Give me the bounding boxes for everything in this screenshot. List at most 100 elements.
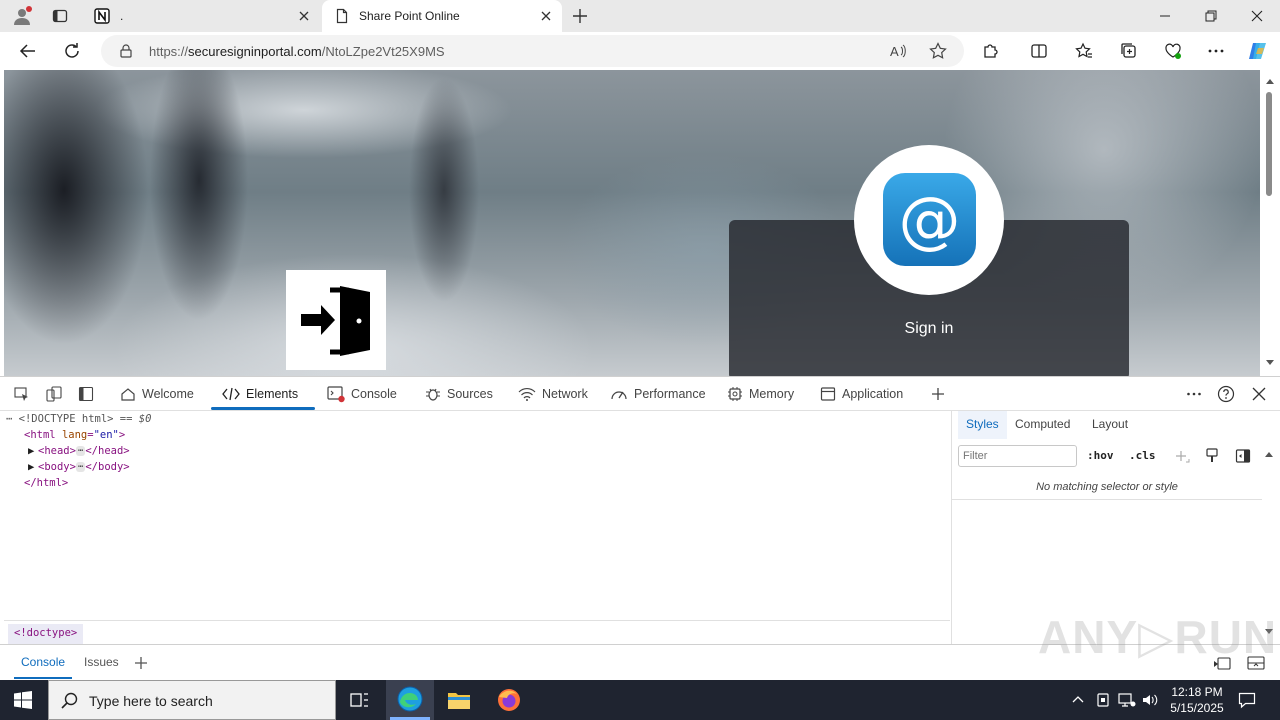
tab-console[interactable]: Console — [327, 377, 397, 410]
expand-triangle-icon[interactable]: ▶ — [28, 461, 38, 473]
volume-icon[interactable] — [1141, 692, 1159, 708]
lock-icon[interactable] — [119, 44, 133, 58]
body-close-tag: </body> — [85, 461, 130, 473]
collapsed-content-ellipsis[interactable]: ⋯ — [75, 462, 86, 472]
tab-notion[interactable]: . — [84, 0, 320, 32]
address-bar[interactable]: https://securesigninportal.com/NtoLZpe2V… — [101, 35, 964, 67]
dock-sidebar-icon[interactable] — [78, 386, 94, 402]
copilot-button[interactable] — [1246, 39, 1270, 63]
class-toggle[interactable]: .cls — [1129, 449, 1156, 462]
new-style-rule-icon[interactable] — [1174, 449, 1190, 465]
devtools-tab-bar: Welcome Elements Console Sources Network… — [0, 377, 1280, 411]
tab-welcome[interactable]: Welcome — [120, 377, 194, 410]
toggle-sidebar-icon[interactable] — [1235, 448, 1251, 464]
inspect-element-icon[interactable] — [14, 386, 30, 402]
dom-doctype-line[interactable]: ⋯ <!DOCTYPE html> == $0 — [6, 413, 151, 425]
page-scrollbar[interactable] — [1260, 70, 1280, 376]
clock-date: 5/15/2025 — [1170, 701, 1224, 715]
minimize-button[interactable] — [1142, 0, 1188, 32]
node-ellipsis[interactable]: ⋯ — [6, 413, 12, 425]
door-enter-icon — [286, 270, 386, 370]
collections-button[interactable] — [1117, 39, 1141, 63]
task-view-icon[interactable] — [350, 691, 370, 709]
html-open-tag: <html — [24, 429, 56, 441]
drawer-tab-issues[interactable]: Issues — [84, 655, 119, 669]
dom-tree[interactable]: ⋯ <!DOCTYPE html> == $0 <html lang="en">… — [4, 411, 950, 619]
tab-performance[interactable]: Performance — [610, 377, 706, 410]
lang-attribute: lang — [61, 429, 88, 441]
html-close-tag: </html> — [24, 477, 69, 489]
url-text[interactable]: https://securesigninportal.com/NtoLZpe2V… — [149, 44, 445, 59]
tab-sources[interactable]: Sources — [425, 377, 493, 410]
tab-memory[interactable]: Memory — [727, 377, 794, 410]
application-window-icon — [820, 386, 836, 401]
breadcrumb-item[interactable]: <!doctype> — [8, 624, 84, 644]
new-tab-button[interactable] — [570, 6, 590, 26]
styles-filter-input[interactable] — [958, 445, 1077, 467]
favorite-button[interactable] — [926, 39, 950, 63]
profile-icon[interactable] — [12, 6, 32, 26]
notifications-icon[interactable] — [1238, 691, 1256, 709]
copilot-icon — [1249, 43, 1266, 59]
tab-label: Welcome — [142, 386, 194, 401]
more-dots-icon — [1208, 49, 1224, 53]
refresh-icon — [65, 43, 79, 58]
show-hidden-icons-chevron-icon[interactable] — [1071, 692, 1085, 706]
url-domain: securesigninportal.com — [188, 44, 322, 59]
taskbar-search-box[interactable]: Type here to search — [48, 680, 336, 720]
help-icon[interactable] — [1217, 385, 1235, 403]
drawer-tab-console[interactable]: Console — [14, 647, 73, 679]
close-devtools-icon[interactable] — [1251, 386, 1267, 402]
customize-menu-icon[interactable] — [1186, 386, 1202, 402]
tab-label: Network — [542, 386, 588, 401]
hover-state-toggle[interactable]: :hov — [1087, 449, 1114, 462]
system-clock[interactable]: 12:18 PM 5/15/2025 — [1166, 684, 1228, 716]
read-aloud-button[interactable]: A — [886, 39, 910, 63]
edge-browser-icon — [390, 686, 430, 720]
at-sign-icon: @ — [883, 173, 976, 266]
tab-styles[interactable]: Styles — [958, 411, 1007, 439]
tab-layout[interactable]: Layout — [1092, 417, 1128, 431]
active-tab-indicator — [211, 407, 315, 410]
back-button[interactable] — [16, 39, 40, 63]
favorites-button[interactable] — [1072, 39, 1096, 63]
extensions-button[interactable] — [979, 39, 1003, 63]
device-emulation-icon[interactable] — [46, 386, 62, 402]
tab-application[interactable]: Application — [820, 377, 903, 410]
restore-button[interactable] — [1188, 0, 1234, 32]
watermark: ANY▷RUN — [1038, 611, 1278, 663]
tab-elements[interactable]: Elements — [222, 377, 298, 410]
browser-essentials-button[interactable] — [1161, 39, 1185, 63]
dom-html-close-line[interactable]: </html> — [24, 477, 68, 489]
paint-brush-icon[interactable] — [1204, 448, 1220, 464]
collapsed-content-ellipsis[interactable]: ⋯ — [75, 446, 86, 456]
add-drawer-tab-icon[interactable] — [133, 655, 149, 671]
dom-body-line[interactable]: ▶ <body> ⋯ </body> — [28, 461, 130, 473]
restore-icon — [1205, 10, 1217, 22]
close-icon[interactable] — [538, 8, 554, 24]
close-icon[interactable] — [296, 8, 312, 24]
dom-html-line[interactable]: <html lang="en"> — [24, 429, 125, 441]
code-tags-icon — [222, 387, 240, 400]
firefox-icon[interactable] — [496, 687, 522, 713]
network-icon[interactable] — [1118, 692, 1136, 708]
tab-share-point[interactable]: Share Point Online — [322, 0, 562, 32]
refresh-button[interactable] — [60, 39, 84, 63]
tab-label: Elements — [246, 386, 299, 401]
tab-actions-icon[interactable] — [52, 8, 68, 24]
tab-network[interactable]: Network — [518, 377, 588, 410]
windows-start-icon[interactable] — [14, 691, 32, 709]
settings-menu-button[interactable] — [1204, 39, 1228, 63]
breadcrumb: <!doctype> — [4, 620, 950, 644]
dom-head-line[interactable]: ▶ <head> ⋯ </head> — [28, 445, 130, 457]
device-icon[interactable] — [1095, 692, 1111, 708]
page-icon — [334, 8, 350, 24]
tab-computed[interactable]: Computed — [1015, 417, 1070, 431]
close-window-button[interactable] — [1234, 0, 1280, 32]
file-explorer-icon[interactable] — [446, 688, 472, 712]
expand-triangle-icon[interactable]: ▶ — [28, 445, 38, 457]
split-screen-button[interactable] — [1027, 39, 1051, 63]
taskbar-edge-button[interactable] — [386, 680, 434, 720]
styles-empty-message: No matching selector or style — [1036, 481, 1178, 493]
more-tools-plus-icon[interactable] — [930, 386, 946, 402]
